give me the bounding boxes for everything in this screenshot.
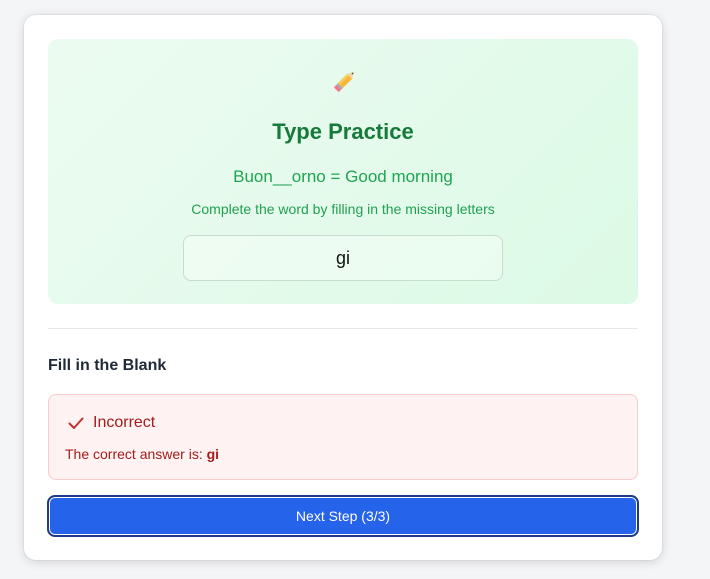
- feedback-title: Incorrect: [93, 414, 156, 431]
- correct-answer-value: gi: [206, 446, 220, 462]
- correct-answer-text: The correct answer is: gi: [65, 445, 219, 463]
- instruction-text: Complete the word by filling in the miss…: [191, 201, 495, 217]
- type-practice-panel: Type Practice Buon__orno = Good morning …: [48, 39, 638, 304]
- check-icon: [68, 417, 84, 429]
- pencil-icon: [334, 72, 354, 92]
- panel-title: Type Practice: [272, 119, 414, 144]
- exercise-card: Type Practice Buon__orno = Good morning …: [24, 15, 662, 560]
- section-heading: Fill in the Blank: [48, 357, 167, 374]
- answer-input[interactable]: [183, 235, 503, 281]
- feedback-box: Incorrect The correct answer is: gi: [48, 394, 638, 480]
- fill-blank-prompt: Buon__orno = Good morning: [233, 167, 453, 186]
- next-step-button[interactable]: Next Step (3/3): [47, 495, 639, 537]
- correct-answer-prefix: The correct answer is:: [65, 446, 207, 462]
- section-divider: [48, 328, 638, 329]
